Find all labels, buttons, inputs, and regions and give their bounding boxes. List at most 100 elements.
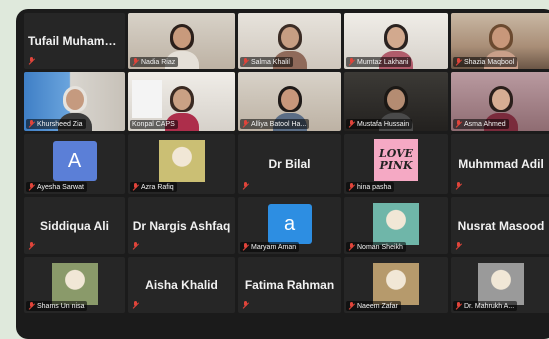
mic-muted-icon [28, 57, 35, 65]
mic-muted-icon [455, 302, 462, 310]
participant-tile[interactable]: LOVE PINK hina pasha [344, 134, 448, 194]
mic-muted-icon [132, 58, 139, 66]
participant-name-text: Noman Sheikh [357, 243, 403, 251]
participant-name-label: Dr. Mahrukh A... [453, 301, 518, 311]
zoom-gallery-screen: Tufail Muhamm... Nadia Riaz Salma Khalil Mu… [16, 9, 549, 339]
participant-name: Tufail Muhamm... [28, 34, 125, 48]
participant-name-text: Azra Rafiq [141, 183, 174, 191]
profile-picture: LOVE PINK [374, 139, 418, 181]
participant-tile[interactable]: Dr. Mahrukh A... [451, 257, 549, 313]
mic-muted-icon [455, 120, 462, 128]
participant-tile[interactable]: a Maryam Aman [238, 197, 341, 254]
mic-muted-icon [242, 182, 249, 190]
participant-name-label: Maryam Aman [240, 242, 300, 252]
picture-text-line2: PINK [379, 159, 413, 172]
participant-tile[interactable]: Shazia Maqbool [451, 13, 549, 69]
participant-name-text: Alliya Batool Ha... [251, 120, 307, 128]
participant-tile[interactable]: Aisha Khalid [128, 257, 235, 313]
participant-name-label: Konpal CAPS [130, 120, 178, 129]
participant-name-text: hina pasha [357, 183, 392, 191]
participant-name-label: hina pasha [346, 182, 395, 192]
participant-tile[interactable]: Asma Ahmed [451, 72, 549, 131]
participant-name-text: Khursheed Zia [37, 120, 83, 128]
participant-tile[interactable]: A Ayesha Sarwat [24, 134, 125, 194]
participant-name-text: Dr. Mahrukh A... [464, 302, 515, 310]
participant-name-text: Nadia Riaz [141, 58, 176, 66]
participant-name: Fatima Rahman [244, 278, 335, 292]
mic-muted-icon [348, 58, 355, 66]
mic-muted-icon [455, 242, 462, 250]
participant-name-label: Nadia Riaz [130, 57, 179, 67]
mic-muted-icon [28, 302, 35, 310]
participant-tile[interactable]: Alliya Batool Ha... [238, 72, 341, 131]
participant-name-label: Asma Ahmed [453, 119, 509, 129]
mic-muted-icon [455, 182, 462, 190]
participant-tile[interactable]: Konpal CAPS [128, 72, 235, 131]
participant-tile[interactable]: Mustafa Hussain [344, 72, 448, 131]
mic-muted-icon [132, 242, 139, 250]
profile-picture [478, 263, 524, 305]
participant-tile[interactable]: Shams Un nisa [24, 257, 125, 313]
mic-muted-icon [348, 243, 355, 251]
mic-muted-icon [28, 183, 35, 191]
participant-name-text: Naeem Zafar [357, 302, 398, 310]
participant-tile[interactable]: Nusrat Masood [451, 197, 549, 254]
participant-name-label: Mumtaz Lakhani [346, 57, 412, 67]
participant-name-label: Ayesha Sarwat [26, 182, 87, 192]
mic-muted-icon [242, 301, 249, 309]
participant-name-label: Shazia Maqbool [453, 57, 518, 67]
mic-muted-icon [348, 183, 355, 191]
participant-name-text: Shams Un nisa [37, 302, 85, 310]
participant-name-text: Mustafa Hussain [357, 120, 410, 128]
profile-picture [51, 263, 98, 305]
participant-grid: Tufail Muhamm... Nadia Riaz Salma Khalil Mu… [24, 13, 549, 339]
participant-name-text: Mumtaz Lakhani [357, 58, 409, 66]
mic-muted-icon [348, 120, 355, 128]
caps-logo [132, 80, 162, 118]
avatar: a [267, 204, 312, 244]
mic-muted-icon [132, 301, 139, 309]
participant-name-label: Khursheed Zia [26, 119, 86, 129]
participant-name-text: Konpal CAPS [132, 121, 175, 128]
participant-tile[interactable]: Noman Sheikh [344, 197, 448, 254]
participant-tile[interactable]: Khursheed Zia [24, 72, 125, 131]
participant-tile[interactable]: Tufail Muhamm... [24, 13, 125, 69]
participant-tile[interactable]: Mumtaz Lakhani [344, 13, 448, 69]
participant-name-text: Salma Khalil [251, 58, 290, 66]
participant-name-text: Asma Ahmed [464, 120, 506, 128]
profile-picture [373, 263, 419, 305]
mic-muted-icon [132, 183, 139, 191]
participant-name-text: Ayesha Sarwat [37, 183, 84, 191]
mic-muted-icon [242, 120, 249, 128]
participant-tile[interactable]: Salma Khalil [238, 13, 341, 69]
participant-tile[interactable]: Muhmmad Adil [451, 134, 549, 194]
mic-muted-icon [455, 58, 462, 66]
participant-name: Nusrat Masood [457, 218, 545, 233]
participant-name: Dr Nargis Ashfaq [132, 218, 231, 233]
participant-name-label: Naeem Zafar [346, 301, 401, 311]
profile-picture [158, 140, 205, 182]
participant-tile[interactable]: Naeem Zafar [344, 257, 448, 313]
participant-tile[interactable]: Dr Bilal [238, 134, 341, 194]
participant-name-label: Azra Rafiq [130, 182, 177, 192]
participant-tile[interactable]: Azra Rafiq [128, 134, 235, 194]
mic-muted-icon [28, 120, 35, 128]
participant-name: Muhmmad Adil [458, 157, 544, 171]
participant-name-text: Shazia Maqbool [464, 58, 515, 66]
profile-picture [373, 203, 419, 245]
participant-name-label: Alliya Batool Ha... [240, 119, 310, 129]
mic-muted-icon [348, 302, 355, 310]
participant-name-text: Maryam Aman [251, 243, 297, 251]
mic-muted-icon [28, 242, 35, 250]
participant-tile[interactable]: Fatima Rahman [238, 257, 341, 313]
participant-tile[interactable]: Nadia Riaz [128, 13, 235, 69]
participant-tile[interactable]: Siddiqua Ali [24, 197, 125, 254]
participant-name-label: Salma Khalil [240, 57, 293, 67]
participant-tile[interactable]: Dr Nargis Ashfaq [128, 197, 235, 254]
participant-name: Siddiqua Ali [40, 218, 109, 233]
participant-name-label: Mustafa Hussain [346, 119, 413, 129]
mic-muted-icon [242, 243, 249, 251]
participant-name: Dr Bilal [268, 157, 311, 171]
participant-name-label: Noman Sheikh [346, 242, 406, 252]
mic-muted-icon [242, 58, 249, 66]
